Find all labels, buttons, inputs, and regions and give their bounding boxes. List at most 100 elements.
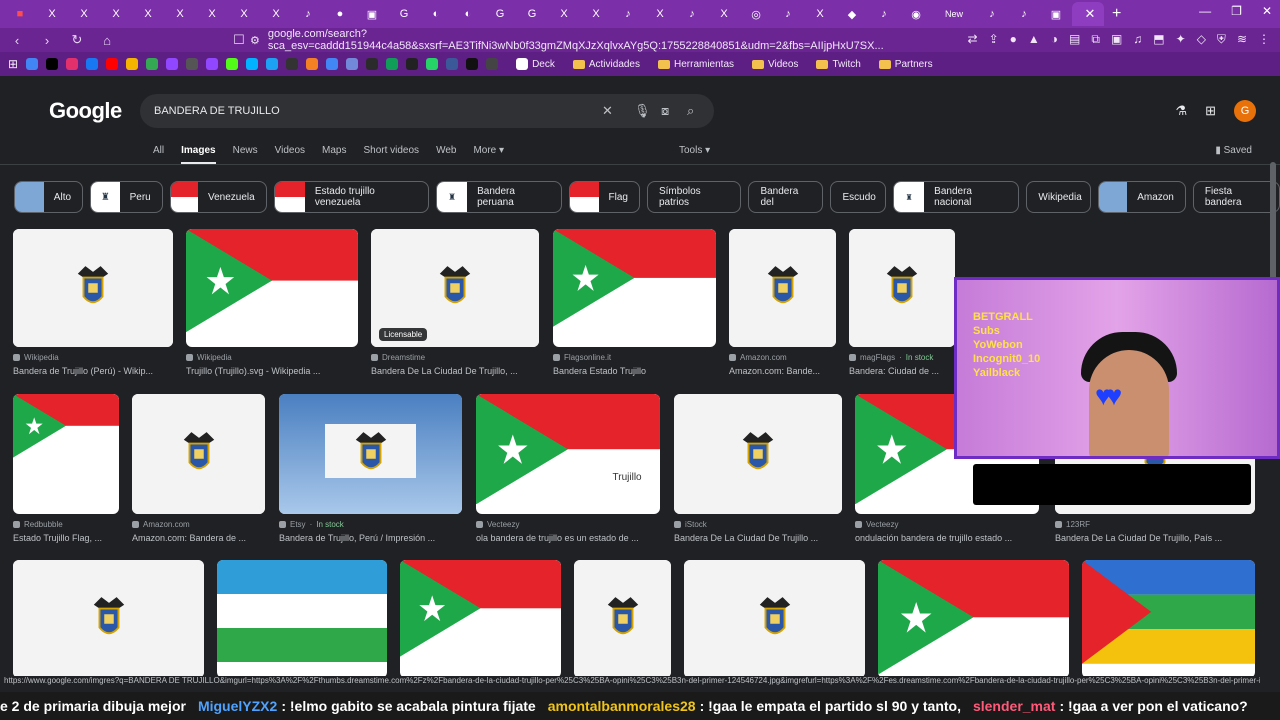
bookmark-icon-2[interactable] (46, 58, 59, 70)
image-result-card[interactable] (574, 560, 671, 678)
image-result-card[interactable]: Flagsonline.it Bandera Estado Trujillo (553, 229, 716, 376)
image-thumbnail[interactable] (132, 394, 265, 514)
extension-1-icon[interactable]: ● (1010, 32, 1017, 47)
bookmark-icon-16[interactable] (326, 58, 339, 70)
filter-maps[interactable]: Maps (322, 145, 346, 164)
bookmark-icon-11[interactable] (226, 58, 239, 70)
image-thumbnail[interactable] (186, 229, 358, 347)
result-title[interactable]: ola bandera de trujillo es un estado de … (476, 533, 660, 543)
result-title[interactable]: Bandera de Trujillo, Perú / Impresión ..… (279, 533, 462, 543)
result-source[interactable]: Vecteezy (855, 520, 1039, 529)
image-result-card[interactable]: Amazon.com Amazon.com: Bande... (729, 229, 836, 376)
bookmark-star-icon[interactable]: ☐ (230, 32, 248, 48)
tools-button[interactable]: Tools ▾ (679, 145, 710, 156)
tab-x-12[interactable]: X (708, 2, 740, 26)
image-result-card[interactable]: Wikipedia Trujillo (Trujillo).svg - Wikip… (186, 229, 358, 376)
chip-peru[interactable]: ♜ Peru (90, 181, 163, 213)
image-thumbnail[interactable]: Licensable (371, 229, 539, 347)
bookmark-icon-22[interactable] (466, 58, 479, 70)
bookmark-icon-12[interactable] (246, 58, 259, 70)
result-title[interactable]: Amazon.com: Bandera de ... (132, 533, 265, 543)
bookmark-icon-17[interactable] (346, 58, 359, 70)
tab-active-google[interactable]: ✕ (1072, 2, 1104, 26)
result-source[interactable]: magFlags · In stock (849, 353, 955, 362)
saved-button[interactable]: ▮ Saved (1215, 145, 1252, 156)
image-result-card[interactable]: Amazon.com Amazon.com: Bandera de ... (132, 394, 265, 543)
filter-short-videos[interactable]: Short videos (363, 145, 419, 164)
chip-bandera-nacional[interactable]: ♜ Bandera nacional (893, 181, 1020, 213)
tab-youtube[interactable]: ■ (4, 2, 36, 26)
bookmark-icon-20[interactable] (406, 58, 419, 70)
result-source[interactable]: 123RF (1055, 520, 1255, 529)
menu-dots-icon[interactable]: ⋮ (1258, 32, 1270, 47)
search-input[interactable]: BANDERA DE TRUJILLO (154, 105, 280, 117)
tab-x-11[interactable]: X (644, 2, 676, 26)
extension-9-icon[interactable]: ⛨ (1217, 32, 1226, 47)
tab-misc-7[interactable]: ◉ (900, 2, 932, 26)
tab-x-4[interactable]: X (132, 2, 164, 26)
image-result-card[interactable] (1082, 560, 1255, 678)
bookmark-folder-twitch[interactable]: Twitch (816, 59, 861, 70)
image-thumbnail[interactable]: Trujillo (476, 394, 660, 514)
bookmark-icon-15[interactable] (306, 58, 319, 70)
search-box[interactable]: BANDERA DE TRUJILLO ✕ 🎙 ⧇ ⌕ (140, 94, 714, 128)
tab-google-1[interactable]: G (388, 2, 420, 26)
tab-x-1[interactable]: X (36, 2, 68, 26)
bookmark-icon-18[interactable] (366, 58, 379, 70)
labs-flask-icon[interactable]: ⚗ (1175, 103, 1187, 119)
image-result-card[interactable] (878, 560, 1069, 678)
image-thumbnail[interactable] (217, 560, 387, 678)
microphone-icon[interactable]: 🎙 (634, 103, 651, 119)
image-result-card[interactable] (400, 560, 561, 678)
chip-escudo[interactable]: Escudo (830, 181, 887, 213)
result-title[interactable]: Estado Trujillo Flag, ... (13, 533, 119, 543)
tab-tiktok-5[interactable]: ♪ (868, 2, 900, 26)
translate-icon[interactable]: ⇄ (968, 32, 978, 47)
music-icon[interactable]: ♫ (1133, 32, 1142, 47)
bookmark-icon-6[interactable] (126, 58, 139, 70)
minimize-icon[interactable]: — (1199, 4, 1211, 18)
apps-grid-icon[interactable]: ⊞ (8, 57, 18, 71)
tab-misc-4[interactable]: ◐ (452, 2, 484, 26)
filter-news[interactable]: News (233, 145, 258, 164)
image-thumbnail[interactable] (674, 394, 842, 514)
tab-tiktok-2[interactable]: ♪ (612, 2, 644, 26)
puzzle-icon[interactable]: ✦ (1176, 32, 1186, 47)
lens-icon[interactable]: ⧇ (661, 103, 669, 119)
tab-x-9[interactable]: X (548, 2, 580, 26)
bookmark-icon-21[interactable] (446, 58, 459, 70)
result-title[interactable]: Bandera De La Ciudad De Trujillo ... (674, 533, 842, 543)
image-result-card[interactable]: Etsy · In stock Bandera de Trujillo, Perú… (279, 394, 462, 543)
tab-misc-8[interactable]: ▣ (1040, 2, 1072, 26)
result-source[interactable]: Amazon.com (132, 520, 265, 529)
result-title[interactable]: Bandera De La Ciudad De Trujillo, País .… (1055, 533, 1255, 543)
chip-venezuela[interactable]: Venezuela (169, 181, 267, 213)
image-result-card[interactable]: iStock Bandera De La Ciudad De Trujillo .… (674, 394, 842, 543)
filter-images[interactable]: Images (181, 145, 216, 164)
search-icon[interactable]: ⌕ (687, 103, 694, 119)
result-title[interactable]: Amazon.com: Bande... (729, 366, 836, 376)
tab-misc-2[interactable]: ▣ (356, 2, 388, 26)
bookmark-icon-13[interactable] (266, 58, 279, 70)
tab-x-3[interactable]: X (100, 2, 132, 26)
image-thumbnail[interactable] (13, 394, 119, 514)
image-thumbnail[interactable] (279, 394, 462, 514)
chip-flag[interactable]: Flag (568, 181, 640, 213)
image-thumbnail[interactable] (553, 229, 716, 347)
extension-3-icon[interactable]: ◑ (1051, 32, 1058, 47)
bookmark-icon-3[interactable] (66, 58, 79, 70)
clear-icon[interactable]: ✕ (602, 103, 613, 119)
bookmark-icon-9[interactable] (186, 58, 199, 70)
extension-6-icon[interactable]: ▣ (1111, 32, 1122, 47)
image-result-card[interactable]: Licensable Dreamstime Bandera De La Ciudad… (371, 229, 539, 376)
chip-amazon[interactable]: Amazon (1098, 181, 1186, 213)
chip-estado-trujillo-venezuela[interactable]: Estado trujillo venezuela (273, 181, 429, 213)
restore-icon[interactable]: ❐ (1231, 4, 1242, 18)
extension-4-icon[interactable]: ▤ (1069, 32, 1080, 47)
bookmark-icon-1[interactable] (26, 58, 39, 70)
image-result-card[interactable] (13, 560, 204, 678)
tab-misc-6[interactable]: ◆ (836, 2, 868, 26)
tab-tiktok-7[interactable]: ♪ (1008, 2, 1040, 26)
extension-7-icon[interactable]: ⬒ (1153, 32, 1164, 47)
chip-bandera-peruana[interactable]: ♜ Bandera peruana (435, 181, 562, 213)
